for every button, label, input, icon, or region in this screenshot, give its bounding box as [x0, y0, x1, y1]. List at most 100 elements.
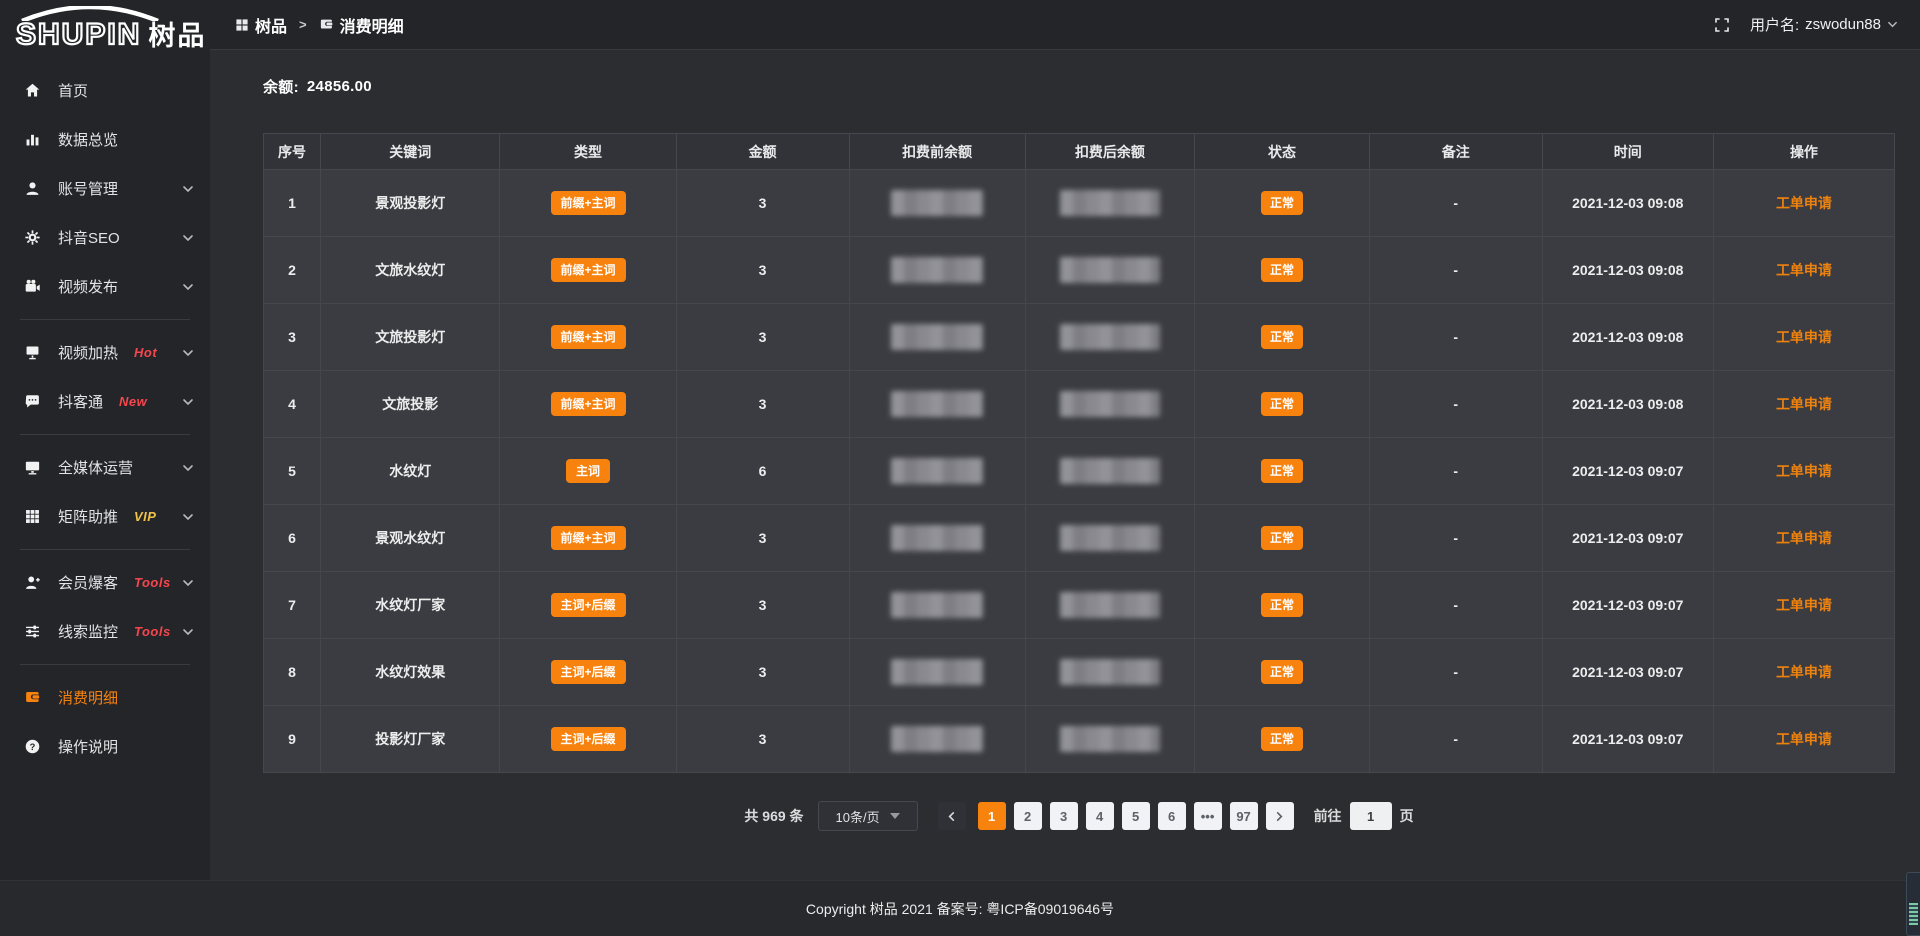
prev-page-button[interactable] [938, 802, 966, 830]
username-label: 用户名: [1750, 14, 1799, 35]
page-button-3[interactable]: 3 [1050, 802, 1078, 830]
copyright-text: Copyright 树品 2021 备案号: 粤ICP备09019646号 [806, 899, 1114, 919]
sidebar-item-3[interactable]: 抖音SEO [0, 213, 210, 262]
status-badge: 正常 [1261, 526, 1303, 550]
sidebar-item-label: 操作说明 [58, 736, 118, 757]
page-button-97[interactable]: 97 [1230, 802, 1258, 830]
sidebar-item-label: 视频加热 [58, 342, 118, 363]
sidebar-item-7[interactable]: 全媒体运营 [0, 443, 210, 492]
balance-label: 余额: [263, 76, 299, 97]
status-badge: 正常 [1261, 258, 1303, 282]
next-page-button[interactable] [1266, 802, 1294, 830]
row-index: 4 [264, 371, 321, 438]
home-icon [22, 81, 42, 101]
page-size-value: 10条/页 [836, 807, 880, 826]
remark-cell: - [1369, 304, 1542, 371]
type-badge: 前缀+主词 [551, 325, 626, 349]
amount-cell: 3 [676, 371, 849, 438]
status-badge: 正常 [1261, 660, 1303, 684]
column-header: 金额 [676, 134, 849, 170]
keyword-cell: 投影灯厂家 [321, 706, 500, 773]
breadcrumb-item-current[interactable]: 消费明细 [319, 13, 404, 37]
footer: Copyright 树品 2021 备案号: 粤ICP备09019646号 [0, 880, 1920, 936]
edge-widget [1906, 872, 1920, 936]
breadcrumb-separator: > [299, 17, 307, 32]
wallet-icon [22, 688, 42, 708]
sidebar-item-2[interactable]: 账号管理 [0, 164, 210, 213]
divider [20, 664, 190, 665]
sidebar-item-12[interactable]: ?操作说明 [0, 722, 210, 771]
masked-balance-before [891, 525, 983, 551]
chevron-down-icon [182, 462, 194, 474]
sidebar-item-10[interactable]: 线索监控Tools [0, 607, 210, 656]
column-header: 操作 [1713, 134, 1894, 170]
work-order-link[interactable]: 工单申请 [1776, 329, 1832, 345]
time-cell: 2021-12-03 09:07 [1542, 572, 1713, 639]
amount-cell: 3 [676, 170, 849, 237]
amount-cell: 3 [676, 304, 849, 371]
page-button-5[interactable]: 5 [1122, 802, 1150, 830]
work-order-link[interactable]: 工单申请 [1776, 731, 1832, 747]
chevron-down-icon [182, 626, 194, 638]
divider [20, 319, 190, 320]
chevron-down-icon [182, 577, 194, 589]
remark-cell: - [1369, 572, 1542, 639]
monitor-icon [22, 458, 42, 478]
work-order-link[interactable]: 工单申请 [1776, 597, 1832, 613]
work-order-link[interactable]: 工单申请 [1776, 262, 1832, 278]
breadcrumb-label: 消费明细 [340, 13, 404, 37]
work-order-link[interactable]: 工单申请 [1776, 195, 1832, 211]
main-content: 余额: 24856.00 序号关键词类型金额扣费前余额扣费后余额状态备注时间操作… [210, 50, 1920, 880]
page-button-4[interactable]: 4 [1086, 802, 1114, 830]
table-row: 2文旅水纹灯前缀+主词3正常-2021-12-03 09:08工单申请 [264, 237, 1895, 304]
time-cell: 2021-12-03 09:08 [1542, 304, 1713, 371]
gear-icon [22, 228, 42, 248]
page-button-6[interactable]: 6 [1158, 802, 1186, 830]
amount-cell: 3 [676, 706, 849, 773]
sidebar-item-1[interactable]: 数据总览 [0, 115, 210, 164]
sidebar-item-0[interactable]: 首页 [0, 66, 210, 115]
sidebar-item-label: 数据总览 [58, 129, 118, 150]
type-badge: 主词+后缀 [551, 660, 626, 684]
table-row: 7水纹灯厂家主词+后缀3正常-2021-12-03 09:07工单申请 [264, 572, 1895, 639]
chevron-down-icon [1887, 19, 1898, 30]
row-index: 1 [264, 170, 321, 237]
more-pages-button[interactable]: ••• [1194, 802, 1222, 830]
page-button-1[interactable]: 1 [978, 802, 1006, 830]
amount-cell: 3 [676, 505, 849, 572]
sidebar-item-label: 会员爆客 [58, 572, 118, 593]
sidebar-item-9[interactable]: 会员爆客Tools [0, 558, 210, 607]
page-button-2[interactable]: 2 [1014, 802, 1042, 830]
time-cell: 2021-12-03 09:08 [1542, 371, 1713, 438]
masked-balance-before [891, 592, 983, 618]
work-order-link[interactable]: 工单申请 [1776, 396, 1832, 412]
table-row: 5水纹灯主词6正常-2021-12-03 09:07工单申请 [264, 438, 1895, 505]
fullscreen-icon[interactable] [1714, 17, 1730, 33]
masked-balance-after [1060, 257, 1160, 283]
sidebar-item-11[interactable]: 消费明细 [0, 673, 210, 722]
work-order-link[interactable]: 工单申请 [1776, 664, 1832, 680]
work-order-link[interactable]: 工单申请 [1776, 463, 1832, 479]
breadcrumb-item-home[interactable]: 树品 [235, 13, 287, 37]
remark-cell: - [1369, 237, 1542, 304]
sidebar-item-8[interactable]: 矩阵助推VIP [0, 492, 210, 541]
column-header: 备注 [1369, 134, 1542, 170]
column-header: 扣费后余额 [1025, 134, 1195, 170]
masked-balance-before [891, 659, 983, 685]
keyword-cell: 景观水纹灯 [321, 505, 500, 572]
page-size-select[interactable]: 10条/页 [818, 801, 918, 831]
keyword-cell: 文旅投影 [321, 371, 500, 438]
sidebar-item-4[interactable]: 视频发布 [0, 262, 210, 311]
sidebar-item-5[interactable]: 视频加热Hot [0, 328, 210, 377]
type-badge: 前缀+主词 [551, 191, 626, 215]
user-menu[interactable]: 用户名: zswodun88 [1750, 14, 1898, 35]
dashboard-icon [235, 18, 249, 32]
work-order-link[interactable]: 工单申请 [1776, 530, 1832, 546]
consumption-table: 序号关键词类型金额扣费前余额扣费后余额状态备注时间操作 1景观投影灯前缀+主词3… [263, 133, 1895, 773]
row-index: 3 [264, 304, 321, 371]
balance: 余额: 24856.00 [263, 76, 1895, 97]
sidebar-nav: 首页数据总览账号管理抖音SEO视频发布视频加热Hot抖客通New 全媒体运营矩阵助… [0, 58, 210, 771]
amount-cell: 3 [676, 237, 849, 304]
goto-page-input[interactable] [1350, 802, 1392, 830]
sidebar-item-6[interactable]: 抖客通New [0, 377, 210, 426]
